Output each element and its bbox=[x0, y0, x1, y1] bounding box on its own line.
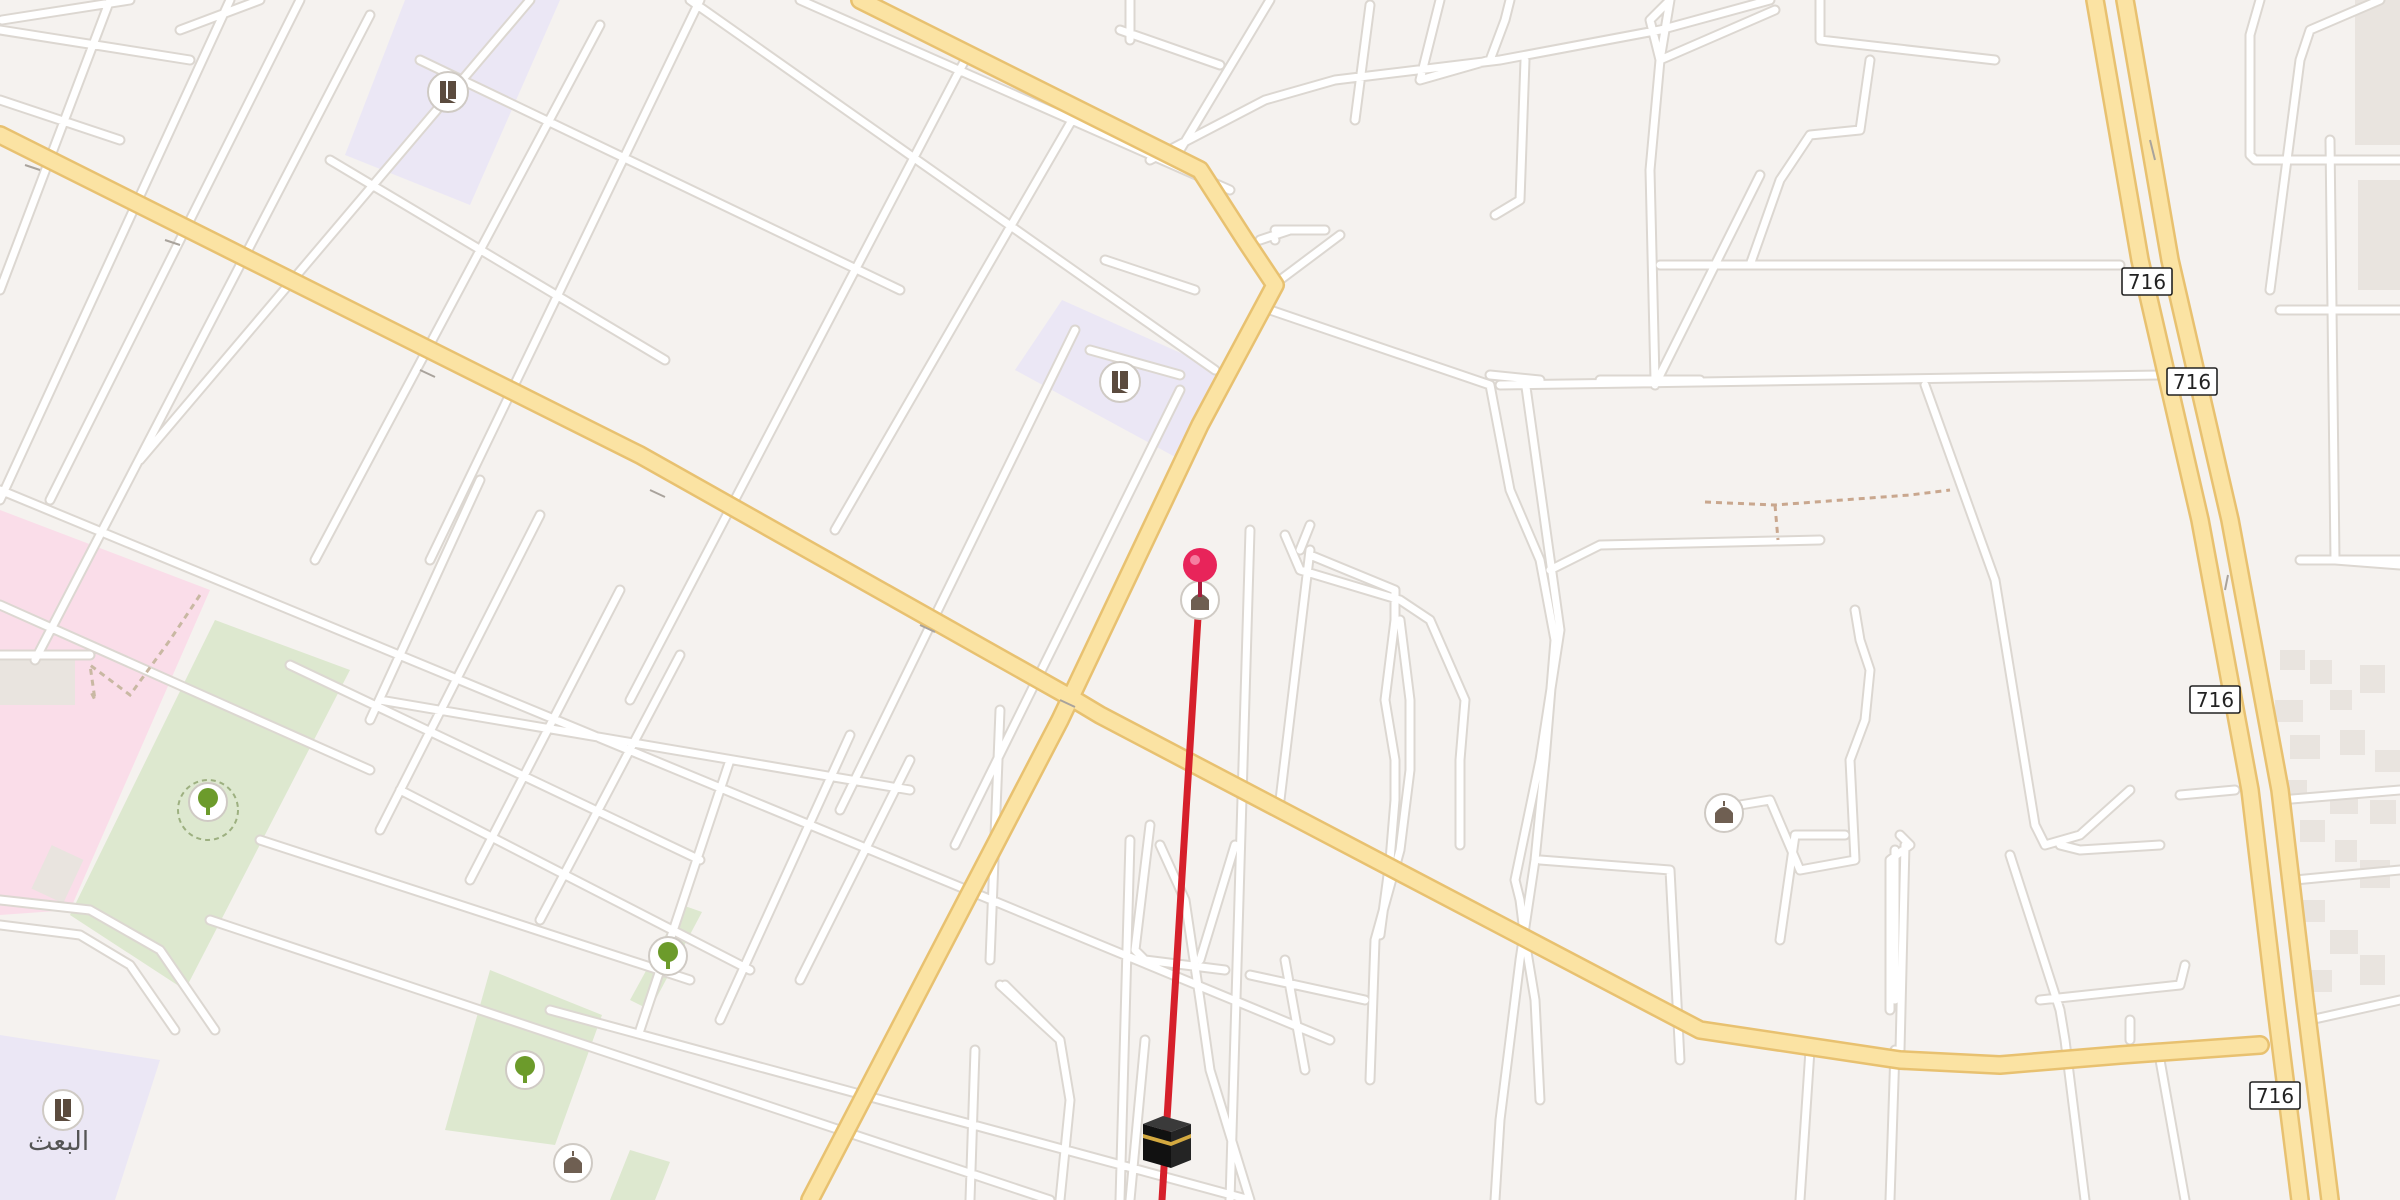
route-line bbox=[1158, 581, 1204, 1200]
mosque-icon[interactable] bbox=[1704, 793, 1744, 833]
major-roads-casing bbox=[0, 0, 2340, 1200]
park-tree-icon[interactable] bbox=[188, 782, 228, 822]
route-shield-716: 716 bbox=[2166, 367, 2218, 396]
building bbox=[2355, 0, 2400, 145]
route-shield-716: 716 bbox=[2189, 685, 2241, 714]
park-tree-icon[interactable] bbox=[648, 936, 688, 976]
route-shield-716: 716 bbox=[2249, 1081, 2301, 1110]
school-icon[interactable] bbox=[427, 71, 469, 113]
svg-text:716: 716 bbox=[2256, 1084, 2294, 1108]
mosque-icon[interactable] bbox=[553, 1143, 593, 1183]
map-layer[interactable]: 716 716 716 716 البعث bbox=[0, 0, 2400, 1200]
park-area bbox=[610, 1150, 670, 1200]
svg-text:716: 716 bbox=[2196, 688, 2234, 712]
footpath bbox=[1704, 488, 1951, 541]
svg-text:716: 716 bbox=[2128, 270, 2166, 294]
kaaba-icon[interactable] bbox=[1143, 1116, 1191, 1168]
building bbox=[2358, 180, 2400, 290]
map-canvas[interactable]: 716 716 716 716 البعث bbox=[0, 0, 2400, 1200]
park-tree-icon[interactable] bbox=[505, 1050, 545, 1090]
school-icon[interactable] bbox=[1099, 361, 1141, 403]
major-roads bbox=[0, 0, 2330, 1200]
route-shield-716: 716 bbox=[2121, 267, 2173, 296]
place-label: البعث bbox=[28, 1127, 89, 1157]
school-icon[interactable] bbox=[42, 1089, 84, 1131]
svg-text:716: 716 bbox=[2173, 370, 2211, 394]
